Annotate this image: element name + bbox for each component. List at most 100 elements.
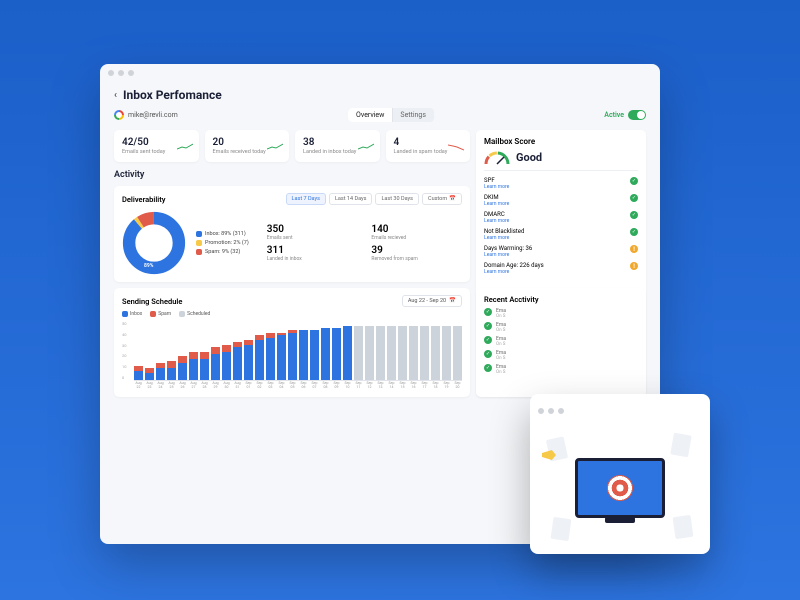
- tab-overview[interactable]: Overview: [348, 108, 392, 122]
- bar-segment: [387, 326, 396, 380]
- recent-list: EmaOn SEmaOn SEmaOn SEmaOn SEmaOn S: [484, 308, 638, 375]
- range-custom[interactable]: Custom📅: [422, 193, 462, 205]
- bar-column: Sep04: [277, 321, 286, 380]
- learn-more-link[interactable]: Learn more: [484, 184, 509, 190]
- bar-column: Sep10: [343, 321, 352, 380]
- swatch-icon: [150, 311, 156, 317]
- x-tick: Sep02: [255, 382, 264, 390]
- x-tick: Sep06: [299, 382, 308, 390]
- bar-column: Sep06: [299, 321, 308, 380]
- x-tick: Sep18: [431, 382, 440, 390]
- swatch-icon: [179, 311, 185, 317]
- recent-item: EmaOn S: [484, 336, 638, 347]
- bar-segment: [365, 326, 374, 380]
- swatch-icon: [122, 311, 128, 317]
- bar-segment: [255, 340, 264, 380]
- deliv-stat: 350Emails sent: [267, 224, 358, 241]
- learn-more-link[interactable]: Learn more: [484, 252, 532, 258]
- bar-segment: [288, 333, 297, 380]
- traffic-light-max[interactable]: [128, 70, 134, 76]
- paper-icon: [673, 515, 694, 539]
- traffic-light-close[interactable]: [108, 70, 114, 76]
- deliverability-stats: 350Emails sent140Emails recieved311Lande…: [267, 224, 462, 262]
- gauge-icon: [484, 150, 510, 164]
- x-tick: Aug24: [156, 382, 165, 390]
- sparkline-icon: [177, 136, 193, 144]
- activity-heading: Activity: [114, 168, 470, 180]
- traffic-light-max[interactable]: [558, 408, 564, 414]
- bar-segment: [167, 368, 176, 380]
- x-tick: Sep20: [453, 382, 462, 390]
- x-tick: Aug29: [211, 382, 220, 390]
- check-item: Days Warming: 36Learn more: [484, 245, 638, 258]
- x-tick: Aug22: [134, 382, 143, 390]
- bar-segment: [453, 326, 462, 380]
- x-tick: Sep10: [343, 382, 352, 390]
- bar-segment: [442, 326, 451, 380]
- range-30d[interactable]: Last 30 Days: [375, 193, 419, 205]
- mailbox-title: Mailbox Score: [484, 137, 638, 146]
- legend-item: Inbox: 89% (311): [196, 231, 249, 237]
- swatch-icon: [196, 240, 202, 246]
- monitor-icon: [575, 458, 665, 518]
- legend-item: Spam: [150, 311, 171, 317]
- x-tick: Sep17: [420, 382, 429, 390]
- deliverability-legend: Inbox: 89% (311)Promotion: 2% (7)Spam: 9…: [196, 231, 249, 255]
- check-icon: [484, 350, 492, 358]
- bar-column: Sep20: [453, 321, 462, 380]
- learn-more-link[interactable]: Learn more: [484, 269, 544, 275]
- active-label: Active: [604, 111, 624, 119]
- bar-column: Sep12: [365, 321, 374, 380]
- x-tick: Sep05: [288, 382, 297, 390]
- check-icon: [630, 194, 638, 202]
- range-7d[interactable]: Last 7 Days: [286, 193, 326, 205]
- active-toggle[interactable]: [628, 110, 646, 120]
- check-icon: [484, 322, 492, 330]
- bar-column: Sep14: [387, 321, 396, 380]
- bar-column: Sep08: [321, 321, 330, 380]
- x-tick: Aug26: [178, 382, 187, 390]
- schedule-bars: 50403020100 Aug22Aug23Aug24Aug25Aug26Aug…: [134, 321, 462, 381]
- x-tick: Sep11: [354, 382, 363, 390]
- bar-segment: [167, 361, 176, 368]
- email-text: mike@revli.com: [128, 111, 178, 119]
- bar-column: Sep11: [354, 321, 363, 380]
- bar-column: Sep13: [376, 321, 385, 380]
- check-icon: [484, 336, 492, 344]
- learn-more-link[interactable]: Learn more: [484, 235, 524, 241]
- deliv-stat: 311Landed in inbox: [267, 245, 358, 262]
- recent-item: EmaOn S: [484, 322, 638, 333]
- back-icon[interactable]: ‹: [114, 90, 117, 101]
- date-range-picker[interactable]: Aug 22 - Sep 20📅: [402, 295, 462, 307]
- check-item: Domain Age: 226 daysLearn more: [484, 262, 638, 275]
- bar-column: Aug28: [200, 321, 209, 380]
- bar-column: Aug29: [211, 321, 220, 380]
- bar-column: Aug22: [134, 321, 143, 380]
- bar-segment: [277, 335, 286, 380]
- target-icon: [607, 475, 633, 501]
- bar-column: Sep02: [255, 321, 264, 380]
- bar-segment: [431, 326, 440, 380]
- traffic-light-min[interactable]: [118, 70, 124, 76]
- bar-segment: [299, 330, 308, 380]
- bar-segment: [409, 326, 418, 380]
- x-tick: Aug27: [189, 382, 198, 390]
- bar-segment: [178, 356, 187, 363]
- bar-segment: [178, 363, 187, 380]
- traffic-light-min[interactable]: [548, 408, 554, 414]
- traffic-light-close[interactable]: [538, 408, 544, 414]
- learn-more-link[interactable]: Learn more: [484, 201, 509, 207]
- check-item: Not BlacklistedLearn more: [484, 228, 638, 241]
- bar-column: Sep18: [431, 321, 440, 380]
- deliverability-title: Deliverability: [122, 195, 165, 204]
- window-titlebar: [100, 64, 660, 82]
- bar-segment: [156, 368, 165, 380]
- bar-segment: [222, 345, 231, 352]
- tab-settings[interactable]: Settings: [392, 108, 434, 122]
- learn-more-link[interactable]: Learn more: [484, 218, 509, 224]
- range-14d[interactable]: Last 14 Days: [329, 193, 373, 205]
- bar-column: Sep03: [266, 321, 275, 380]
- bar-segment: [310, 330, 319, 380]
- schedule-title: Sending Schedule: [122, 297, 182, 306]
- check-icon: [630, 228, 638, 236]
